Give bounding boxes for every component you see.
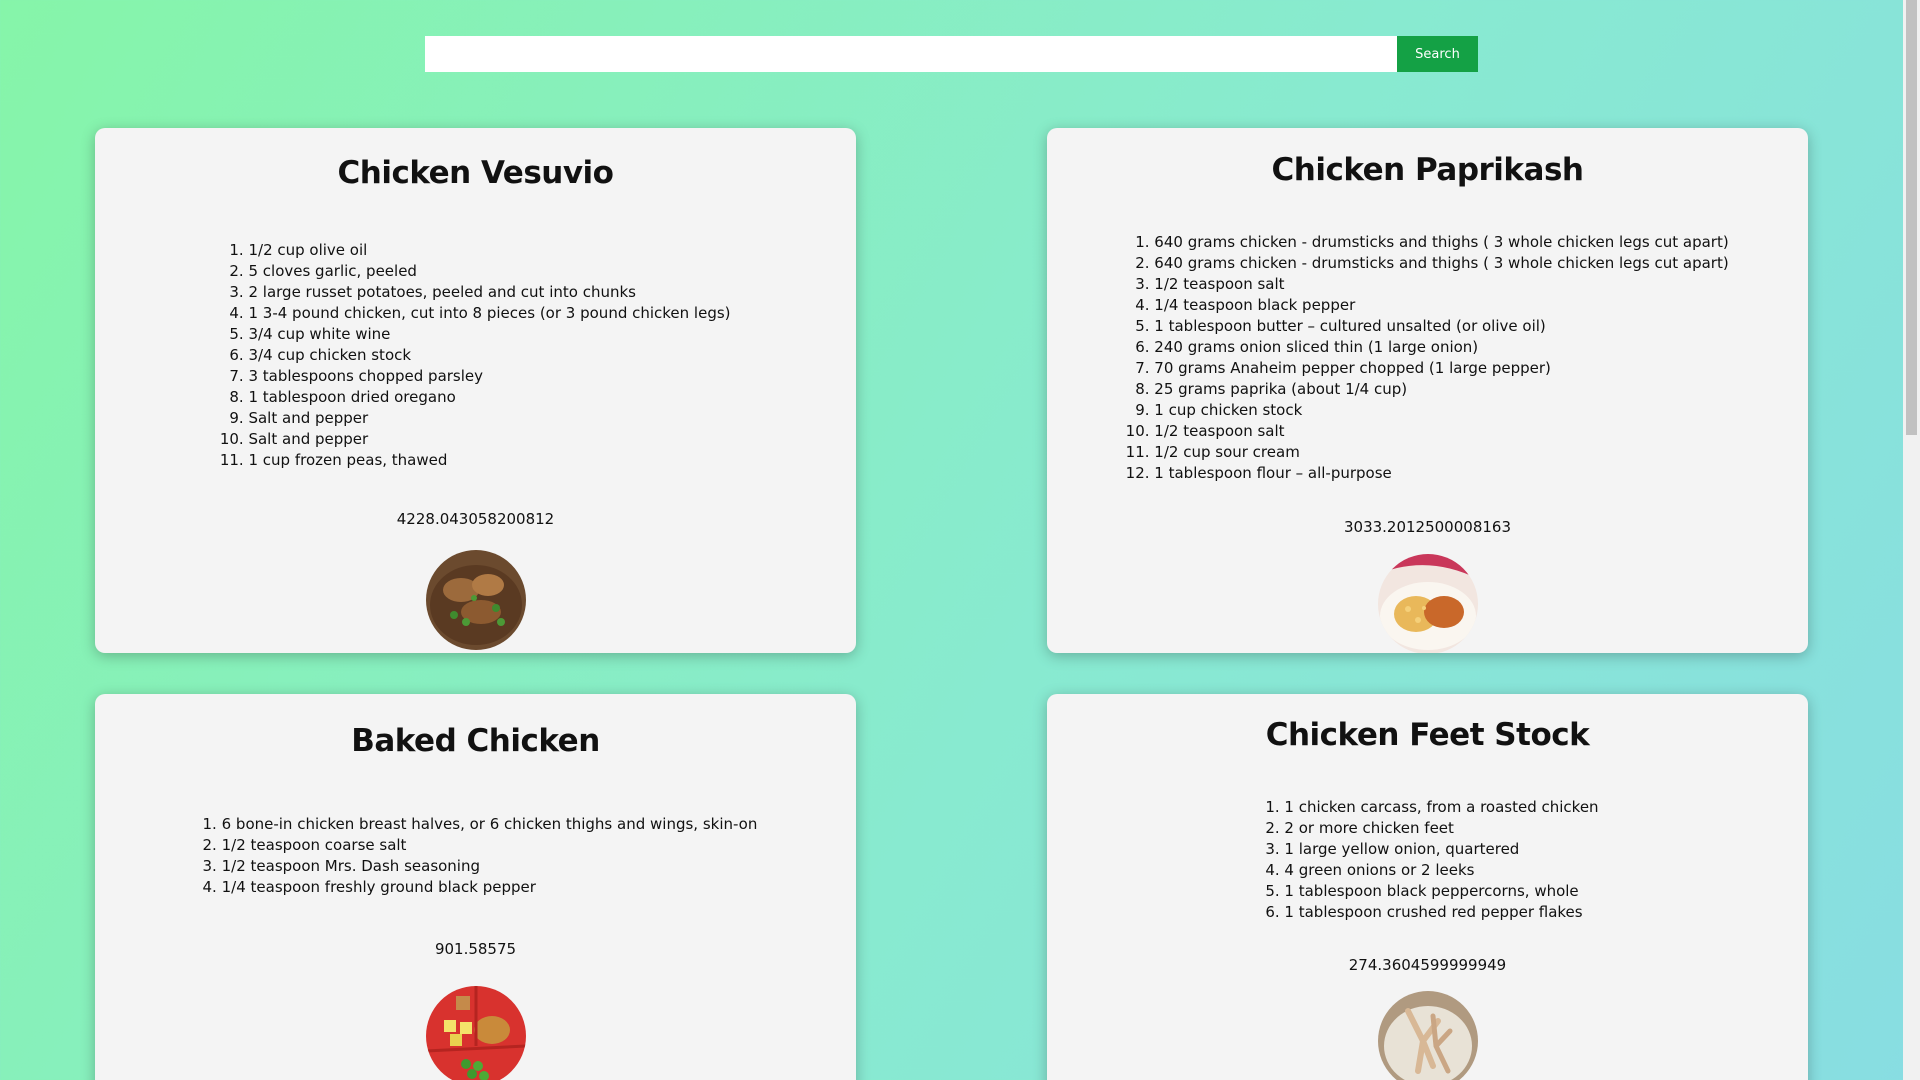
ingredient-list: 640 grams chicken - drumsticks and thigh… (1047, 232, 1808, 484)
ingredient-item: 3/4 cup chicken stock (248, 345, 730, 366)
ingredient-item: Salt and pepper (248, 408, 730, 429)
recipe-title: Chicken Vesuvio (337, 155, 614, 191)
ingredient-item: 1/2 teaspoon salt (1154, 421, 1728, 442)
ingredient-item: 2 large russet potatoes, peeled and cut … (248, 282, 730, 303)
ingredient-item: 1 cup chicken stock (1154, 400, 1728, 421)
ingredient-item: 1/2 teaspoon salt (1154, 274, 1728, 295)
calories-value: 901.58575 (434, 940, 517, 958)
recipe-card: Chicken Feet Stock 1 chicken carcass, fr… (1047, 694, 1808, 1080)
ingredient-item: 1/2 cup sour cream (1154, 442, 1728, 463)
recipe-image (1377, 554, 1478, 653)
search-input[interactable] (425, 36, 1397, 72)
scrollbar-thumb[interactable] (1906, 0, 1917, 435)
ingredient-item: 1/2 teaspoon coarse salt (222, 835, 758, 856)
ingredient-item: 25 grams paprika (about 1/4 cup) (1154, 379, 1728, 400)
search-button[interactable]: Search (1397, 36, 1478, 72)
ingredient-item: 1/2 teaspoon Mrs. Dash seasoning (222, 856, 758, 877)
search-bar: Search (425, 36, 1478, 72)
recipe-image (1377, 991, 1478, 1080)
recipe-card: Chicken Vesuvio 1/2 cup olive oil 5 clov… (95, 128, 856, 653)
ingredient-item: 1 cup frozen peas, thawed (248, 450, 730, 471)
recipe-card: Chicken Paprikash 640 grams chicken - dr… (1047, 128, 1808, 653)
ingredient-item: 640 grams chicken - drumsticks and thigh… (1154, 232, 1728, 253)
ingredient-item: 1/2 cup olive oil (248, 240, 730, 261)
recipe-title: Baked Chicken (351, 723, 600, 759)
ingredient-item: 1 tablespoon butter – cultured unsalted … (1154, 316, 1728, 337)
ingredient-item: 1 3-4 pound chicken, cut into 8 pieces (… (248, 303, 730, 324)
ingredient-item: 4 green onions or 2 leeks (1284, 860, 1598, 881)
ingredient-item: 1 chicken carcass, from a roasted chicke… (1284, 797, 1598, 818)
ingredient-item: 1 tablespoon flour – all-purpose (1154, 463, 1728, 484)
ingredient-item: Salt and pepper (248, 429, 730, 450)
ingredient-item: 6 bone-in chicken breast halves, or 6 ch… (222, 814, 758, 835)
ingredient-list: 1/2 cup olive oil 5 cloves garlic, peele… (95, 240, 856, 471)
ingredient-item: 1 large yellow onion, quartered (1284, 839, 1598, 860)
ingredient-list: 1 chicken carcass, from a roasted chicke… (1047, 797, 1808, 923)
calories-value: 3033.2012500008163 (1343, 518, 1511, 536)
calories-value: 4228.043058200812 (396, 510, 555, 528)
ingredient-item: 2 or more chicken feet (1284, 818, 1598, 839)
recipe-card: Baked Chicken 6 bone-in chicken breast h… (95, 694, 856, 1080)
recipe-image (425, 550, 526, 650)
ingredient-item: 1 tablespoon crushed red pepper flakes (1284, 902, 1598, 923)
ingredient-item: 640 grams chicken - drumsticks and thigh… (1154, 253, 1728, 274)
recipe-image (425, 986, 526, 1080)
ingredient-item: 240 grams onion sliced thin (1 large oni… (1154, 337, 1728, 358)
recipe-title: Chicken Feet Stock (1265, 717, 1590, 753)
ingredient-item: 3 tablespoons chopped parsley (248, 366, 730, 387)
ingredient-item: 1 tablespoon black peppercorns, whole (1284, 881, 1598, 902)
ingredient-item: 3/4 cup white wine (248, 324, 730, 345)
calories-value: 274.3604599999949 (1348, 956, 1507, 974)
ingredient-item: 70 grams Anaheim pepper chopped (1 large… (1154, 358, 1728, 379)
ingredient-item: 5 cloves garlic, peeled (248, 261, 730, 282)
recipe-title: Chicken Paprikash (1271, 152, 1584, 188)
ingredient-item: 1/4 teaspoon freshly ground black pepper (222, 877, 758, 898)
ingredient-item: 1 tablespoon dried oregano (248, 387, 730, 408)
ingredient-item: 1/4 teaspoon black pepper (1154, 295, 1728, 316)
ingredient-list: 6 bone-in chicken breast halves, or 6 ch… (95, 814, 856, 898)
page-scrollbar[interactable] (1903, 0, 1920, 1080)
